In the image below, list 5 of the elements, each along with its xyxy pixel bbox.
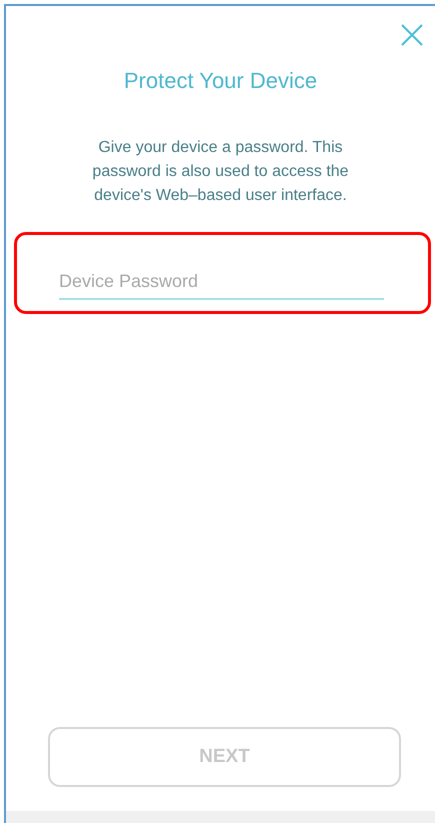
password-field[interactable]: Device Password: [59, 271, 384, 300]
close-button[interactable]: [399, 22, 425, 48]
description-text: Give your device a password. This password is also used to access the device's Web–based user interface.: [91, 138, 350, 206]
close-icon: [400, 23, 424, 47]
page-title: Protect Your Device: [122, 68, 318, 94]
